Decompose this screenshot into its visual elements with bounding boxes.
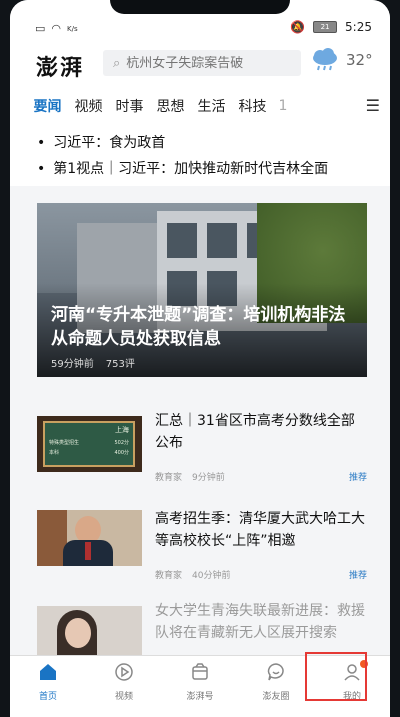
channel-menu-icon[interactable]: ☰ (366, 96, 380, 115)
tab-video[interactable]: 视频 (68, 96, 109, 116)
article-title: 汇总｜31省区市高考分数线全部公布 (155, 413, 355, 451)
article-source: 教育家 (155, 473, 183, 483)
pengpai-hao-icon (192, 663, 208, 680)
tab-more-partial[interactable]: 1 (273, 98, 293, 114)
article-thumbnail: 上海 特殊类型招生 502分 本科 400分 (37, 416, 142, 472)
article-source: 教育家 (155, 571, 183, 581)
app-logo[interactable]: 澎湃 (36, 50, 84, 82)
article-title: 女大学生青海失联最新进展：救援队将在青藏新无人区展开搜索 (155, 603, 365, 641)
sim-icon: ▭ (35, 22, 46, 35)
recommend-tag: 推荐 (348, 571, 367, 581)
wifi-icon: ◠ (51, 22, 62, 35)
article-card[interactable]: 上海 特殊类型招生 502分 本科 400分 汇总｜31省区市高考分数线全部公布 教… (37, 410, 367, 484)
article-card[interactable]: 高考招生季：清华厦大武大哈工大等高校校长“上阵”相邀 教育家 40分钟前 推荐 (37, 508, 367, 582)
chat-icon (267, 663, 284, 681)
top-headlines: • 习近平：食为政首 • 第1视点｜习近平：加快推动新时代吉林全面 (10, 126, 390, 186)
tab-life[interactable]: 生活 (191, 96, 232, 116)
headline-item[interactable]: • 习近平：食为政首 (37, 132, 372, 152)
mute-icon: 🔕 (290, 20, 306, 34)
home-icon (40, 664, 56, 680)
hero-article[interactable]: 河南“专升本泄题”调查：培训机构非法从命题人员处获取信息 59分钟前 753评 (37, 203, 367, 377)
tab-headlines[interactable]: 要闻 (27, 96, 68, 116)
tab-current-affairs[interactable]: 时事 (109, 96, 150, 116)
channel-tabs: 要闻 视频 时事 思想 生活 科技 1 ☰ (10, 86, 390, 126)
hero-comments: 753评 (105, 359, 135, 370)
clock: 5:25 (345, 20, 372, 34)
recommend-tag: 推荐 (348, 473, 367, 483)
nav-home[interactable]: 首页 (10, 656, 86, 717)
tab-tech[interactable]: 科技 (232, 96, 273, 116)
app-header: 澎湃 ⌕ 32° (10, 40, 390, 86)
rain-cloud-icon (313, 48, 337, 71)
weather-widget[interactable]: 32° (310, 48, 373, 72)
camera-notch (110, 0, 290, 14)
nav-pengyou-quan[interactable]: 澎友圈 (238, 656, 314, 717)
tab-thought[interactable]: 思想 (150, 96, 191, 116)
article-time: 9分钟前 (192, 473, 225, 483)
article-thumbnail (37, 510, 142, 566)
article-thumbnail (37, 606, 142, 656)
temperature: 32° (346, 51, 373, 69)
battery-icon: 21 (313, 21, 338, 33)
network-speed: K/s (67, 24, 78, 33)
hero-title: 河南“专升本泄题”调查：培训机构非法从命题人员处获取信息 (51, 305, 346, 349)
nav-video[interactable]: 视频 (86, 656, 162, 717)
search-bar[interactable]: ⌕ (103, 50, 301, 76)
highlight-box (305, 652, 367, 701)
hero-time: 59分钟前 (51, 359, 94, 370)
search-icon: ⌕ (113, 55, 121, 71)
headline-item[interactable]: • 第1视点｜习近平：加快推动新时代吉林全面 (37, 158, 372, 178)
video-icon (115, 663, 133, 681)
app-screen: ▭ ◠ K/s 🔕 21 5:25 澎湃 ⌕ 32° (10, 0, 390, 717)
article-time: 40分钟前 (192, 571, 231, 581)
search-input[interactable] (126, 55, 287, 71)
nav-pengpai-hao[interactable]: 澎湃号 (162, 656, 238, 717)
article-title: 高考招生季：清华厦大武大哈工大等高校校长“上阵”相邀 (155, 511, 365, 549)
